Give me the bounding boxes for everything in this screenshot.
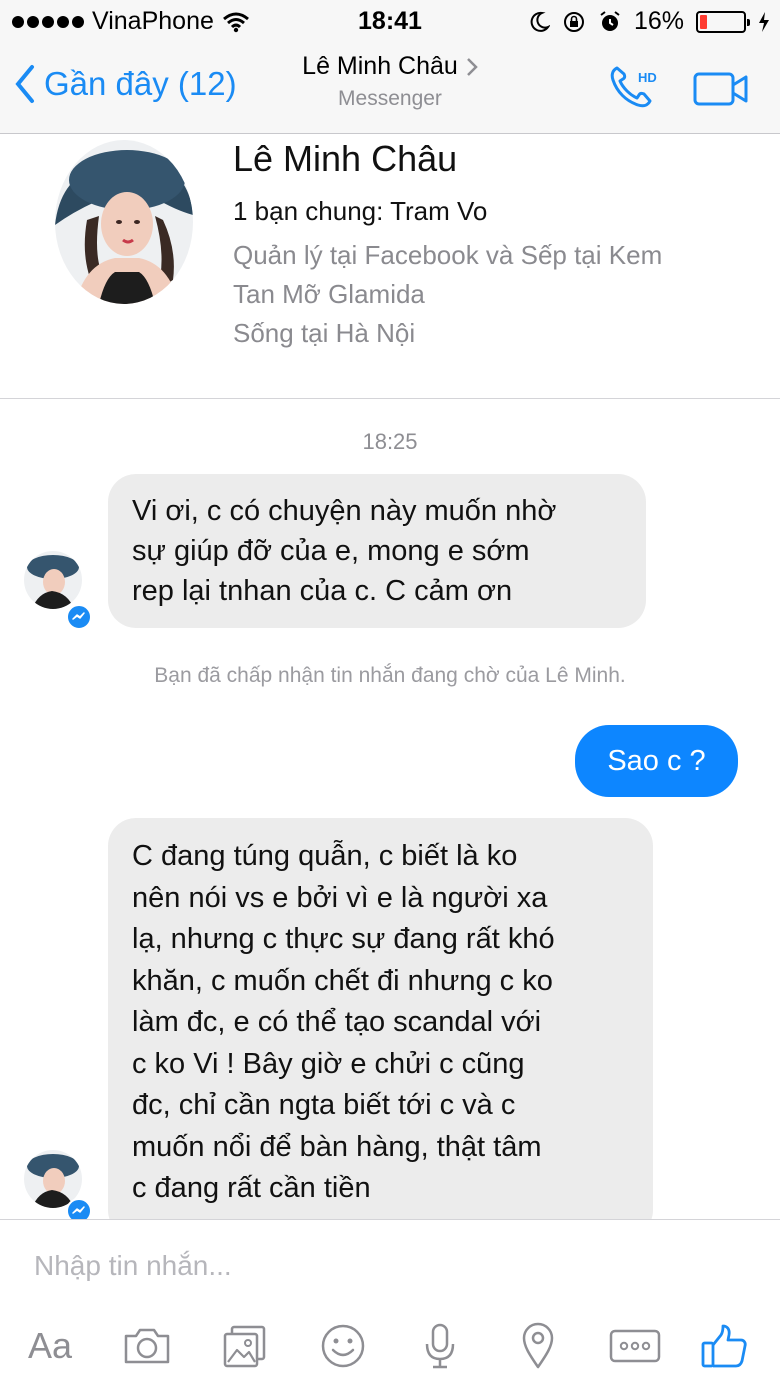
like-button[interactable] [698,1316,750,1376]
message-line: rep lại tnhan của c. C cảm ơn [132,575,513,607]
message-input[interactable] [34,1244,734,1288]
photo-gallery-icon [223,1325,266,1368]
gallery-button[interactable] [220,1316,270,1376]
message-line: c ko Vi ! Bây giờ e chửi c cũng [132,1047,525,1080]
text-format-button[interactable]: Aa [22,1316,78,1376]
alarm-icon [600,10,620,31]
more-icon [609,1329,661,1363]
video-camera-icon [693,72,748,106]
battery-percent: 16% [633,7,684,35]
lives-in: Sống tại Hà Nội [233,318,416,348]
message-line: đc, chỉ cần ngta biết tới c và c [132,1089,516,1121]
battery-icon [696,10,750,33]
profile-info: Quản lý tại Facebook và Sếp tại Kem Tan … [233,236,753,353]
sender-photo [24,551,82,609]
mutual-friends[interactable]: 1 bạn chung: Tram Vo [233,196,487,227]
camera-icon [124,1328,170,1364]
call-button[interactable]: HD [608,62,658,115]
message-line: c đang rất cần tiền [132,1172,371,1204]
emoji-button[interactable] [318,1316,368,1376]
message-timestamp: 18:25 [362,429,418,454]
more-button[interactable] [606,1316,664,1376]
video-call-button[interactable] [693,72,749,111]
conversation-title[interactable]: Lê Minh Châu Messenger [0,52,780,111]
profile-header: Lê Minh Châu 1 bạn chung: Tram Vo Quản l… [0,134,780,374]
location-button[interactable] [516,1316,560,1376]
phone-hd-icon: HD [610,66,657,108]
message-line: sự giúp đỡ của e, mong e sớm [132,535,530,567]
message-line: làm đc, e có thể tạo scandal với [132,1006,542,1038]
chevron-right-icon [466,57,478,76]
nav-bar: Gần đây (12) Lê Minh Châu Messenger HD [0,42,780,134]
composer: Aa [0,1219,780,1389]
contact-name: Lê Minh Châu [302,52,458,80]
text-format-icon: Aa [27,1325,73,1366]
microphone-icon [425,1323,455,1369]
sender-avatar[interactable] [24,551,82,609]
battery-level [700,14,707,29]
outgoing-message[interactable]: Sao c ? [575,725,738,797]
work-info-line1: Quản lý tại Facebook và Sếp tại Kem [233,240,663,270]
message-line: nên nói vs e bởi vì e là người xa [132,881,548,914]
work-info-line2: Tan Mỡ Glamida [233,279,425,309]
emoji-icon [321,1324,365,1368]
camera-button[interactable] [120,1316,174,1376]
messenger-badge-icon [66,604,92,630]
composer-toolbar: Aa [0,1316,780,1376]
status-right: 16% [530,7,770,36]
status-bar: VinaPhone 18:41 16% [0,0,780,42]
thumbs-up-icon [701,1324,747,1368]
moon-icon [530,11,550,32]
message-line: Vi ơi, c có chuyện này muốn nhờ [132,495,557,527]
profile-name: Lê Minh Châu [233,138,458,179]
incoming-message[interactable]: C đang túng quẫn, c biết là ko nên nói v… [108,818,653,1238]
message-line: khăn, c muốn chết đi nhưng c ko [132,964,553,997]
divider [0,398,780,399]
message-line: C đang túng quẫn, c biết là ko [132,840,518,872]
message-line: muốn nổi để bàn hàng, thật tâm [132,1130,542,1163]
message-line: lạ, nhưng c thực sự đang rất khó [132,923,555,955]
incoming-message[interactable]: Vi ơi, c có chuyện này muốn nhờ sự giúp … [108,474,646,628]
rotation-lock-icon [563,11,584,32]
profile-avatar[interactable] [55,140,193,304]
charging-bolt-icon [759,11,769,32]
location-icon [522,1322,554,1369]
microphone-button[interactable] [418,1316,462,1376]
hd-label: HD [638,70,657,85]
contact-subtitle: Messenger [338,87,442,110]
profile-photo [55,140,193,304]
system-note: Bạn đã chấp nhận tin nhắn đang chờ của L… [154,664,626,687]
